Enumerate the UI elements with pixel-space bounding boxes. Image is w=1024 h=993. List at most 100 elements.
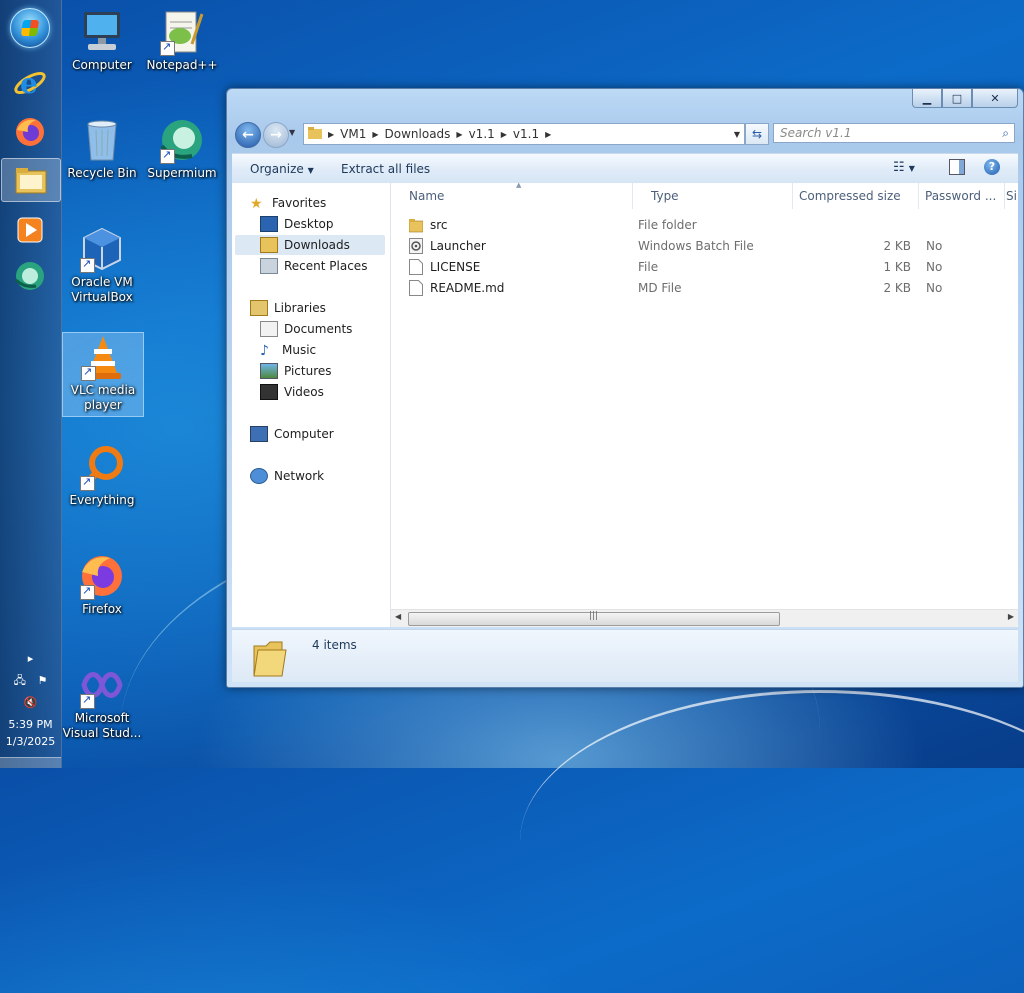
back-arrow-icon: ← — [242, 127, 254, 143]
icon-label: Notepad++ — [146, 58, 218, 72]
file-name: Launcher — [430, 239, 486, 253]
documents-icon — [260, 321, 278, 337]
file-row[interactable]: README.md MD File 2 KB No — [391, 278, 1018, 299]
breadcrumb-separator-icon: ▶ — [500, 129, 507, 139]
icon-label: Everything — [69, 493, 135, 507]
horizontal-scrollbar[interactable]: ◀ ||| ▶ — [391, 609, 1018, 627]
nav-documents[interactable]: Documents — [260, 319, 352, 339]
scrollbar-thumb[interactable]: ||| — [408, 611, 780, 626]
organize-button[interactable]: Organize ▼ — [250, 162, 314, 176]
folder-large-icon — [253, 641, 287, 677]
breadcrumb-vm1[interactable]: VM1 — [340, 127, 366, 141]
view-options-button[interactable]: ☷ ▼ — [893, 160, 915, 175]
scroll-right-icon[interactable]: ▶ — [1008, 612, 1014, 621]
minimize-button[interactable]: ▁ — [912, 89, 942, 108]
taskbar-windows-explorer[interactable] — [1, 158, 61, 202]
file-row[interactable]: Launcher Windows Batch File 2 KB No — [391, 236, 1018, 257]
volume-muted-icon[interactable]: 🔇 — [0, 694, 61, 711]
search-box[interactable]: Search v1.1 ⌕ — [773, 123, 1015, 143]
network-icon — [250, 468, 268, 484]
nav-network[interactable]: Network — [250, 466, 324, 486]
nav-videos[interactable]: Videos — [260, 382, 324, 402]
firefox-icon — [16, 118, 44, 146]
network-tray-icon[interactable]: 🖧 — [14, 672, 26, 689]
internet-explorer-icon: e — [14, 67, 46, 100]
maximize-button[interactable]: □ — [942, 89, 972, 108]
nav-computer[interactable]: Computer — [250, 424, 334, 444]
extract-all-files-button[interactable]: Extract all files — [341, 162, 430, 176]
column-header-password[interactable]: Password ... — [919, 183, 1005, 209]
desktop-icon-recycle-bin[interactable]: Recycle Bin — [62, 116, 142, 181]
taskbar-firefox[interactable] — [5, 112, 55, 152]
file-name: src — [430, 218, 448, 232]
desktop-icon-supermium[interactable]: Supermium — [142, 116, 222, 181]
recent-pages-dropdown[interactable]: ▼ — [289, 128, 295, 137]
action-center-flag-icon[interactable]: ⚑ — [37, 672, 47, 689]
explorer-window[interactable]: ▁ □ ✕ ← → ▼ ▶ VM1 ▶ Downloads ▶ v1.1 ▶ v… — [226, 88, 1024, 688]
refresh-button[interactable]: ⇆ — [745, 123, 769, 145]
recent-places-icon — [260, 258, 278, 274]
nav-recent-places[interactable]: Recent Places — [260, 256, 367, 276]
desktop-icon-computer[interactable]: Computer — [62, 8, 142, 73]
icon-label: Oracle VM VirtualBox — [71, 275, 133, 304]
start-button[interactable] — [5, 8, 55, 48]
file-row[interactable]: LICENSE File 1 KB No — [391, 257, 1018, 278]
desktop-icon-visual-studio[interactable]: Microsoft Visual Stud... — [62, 661, 142, 741]
column-header-name[interactable]: Name — [391, 183, 633, 209]
desktop-icon-firefox[interactable]: Firefox — [62, 552, 142, 617]
file-list[interactable]: ▲ Name Type Compressed size Password ...… — [391, 181, 1018, 627]
close-button[interactable]: ✕ — [972, 89, 1018, 108]
icon-label: Microsoft Visual Stud... — [62, 711, 142, 740]
desktop-icon-notepadpp[interactable]: Notepad++ — [142, 8, 222, 73]
breadcrumb-v1-1[interactable]: v1.1 — [469, 127, 495, 141]
chevron-down-icon: ▼ — [908, 164, 915, 173]
folder-explorer-icon — [15, 168, 47, 194]
taskbar-internet-explorer[interactable]: e — [5, 63, 55, 103]
help-button[interactable]: ? — [984, 159, 1000, 175]
back-button[interactable]: ← — [235, 122, 261, 148]
desktop-icon-vlc[interactable]: VLC media player — [62, 332, 144, 417]
column-header-compressed-size[interactable]: Compressed size — [793, 183, 919, 209]
videos-icon — [260, 384, 278, 400]
minimize-icon: ▁ — [922, 91, 932, 105]
nav-favorites[interactable]: ★ Favorites — [250, 193, 326, 213]
navigation-pane[interactable]: ★ Favorites Desktop Downloads Recent Plac… — [232, 183, 391, 627]
clock[interactable]: 5:39 PM 1/3/2025 — [0, 716, 61, 750]
recycle-bin-icon — [87, 120, 117, 161]
tray-expand-arrow[interactable]: ▸ — [0, 650, 61, 667]
taskbar-media-player[interactable] — [5, 210, 55, 250]
maximize-icon: □ — [951, 91, 963, 105]
nav-pictures[interactable]: Pictures — [260, 361, 332, 381]
file-row[interactable]: src File folder — [391, 215, 1018, 236]
icon-label: Firefox — [82, 602, 122, 616]
nav-music[interactable]: ♪ Music — [260, 340, 316, 360]
file-password: No — [926, 281, 943, 295]
scroll-left-icon[interactable]: ◀ — [395, 612, 401, 621]
column-header-size[interactable]: Si — [1005, 183, 1017, 209]
address-dropdown-icon[interactable]: ▼ — [734, 130, 740, 139]
file-size: 1 KB — [883, 260, 911, 274]
column-header-type[interactable]: Type — [633, 183, 793, 209]
preview-pane-button[interactable] — [949, 159, 965, 175]
command-bar: Organize ▼ Extract all files ☷ ▼ ? — [232, 153, 1018, 184]
address-bar[interactable]: ▶ VM1 ▶ Downloads ▶ v1.1 ▶ v1.1 ▶ ▼ — [303, 123, 745, 145]
forward-button[interactable]: → — [263, 122, 289, 148]
file-password: No — [926, 239, 943, 253]
nav-desktop[interactable]: Desktop — [260, 214, 334, 234]
taskbar-supermium[interactable] — [5, 256, 55, 296]
breadcrumb-separator-icon: ▶ — [372, 129, 379, 139]
breadcrumb-separator-icon: ▶ — [328, 129, 335, 139]
nav-downloads[interactable]: Downloads — [235, 235, 385, 255]
breadcrumb-downloads[interactable]: Downloads — [385, 127, 451, 141]
file-size: 2 KB — [883, 281, 911, 295]
pictures-icon — [260, 363, 278, 379]
desktop-icon-virtualbox[interactable]: Oracle VM VirtualBox — [62, 225, 142, 305]
breadcrumb-separator-icon: ▶ — [456, 129, 463, 139]
show-desktop-button[interactable] — [0, 757, 61, 768]
breadcrumb-v1-1-current[interactable]: v1.1 — [513, 127, 539, 141]
desktop-icon-everything[interactable]: Everything — [62, 443, 142, 508]
nav-libraries[interactable]: Libraries — [250, 298, 326, 318]
file-type: File — [638, 260, 659, 274]
blank-file-icon — [409, 259, 423, 275]
downloads-folder-icon — [260, 237, 278, 253]
